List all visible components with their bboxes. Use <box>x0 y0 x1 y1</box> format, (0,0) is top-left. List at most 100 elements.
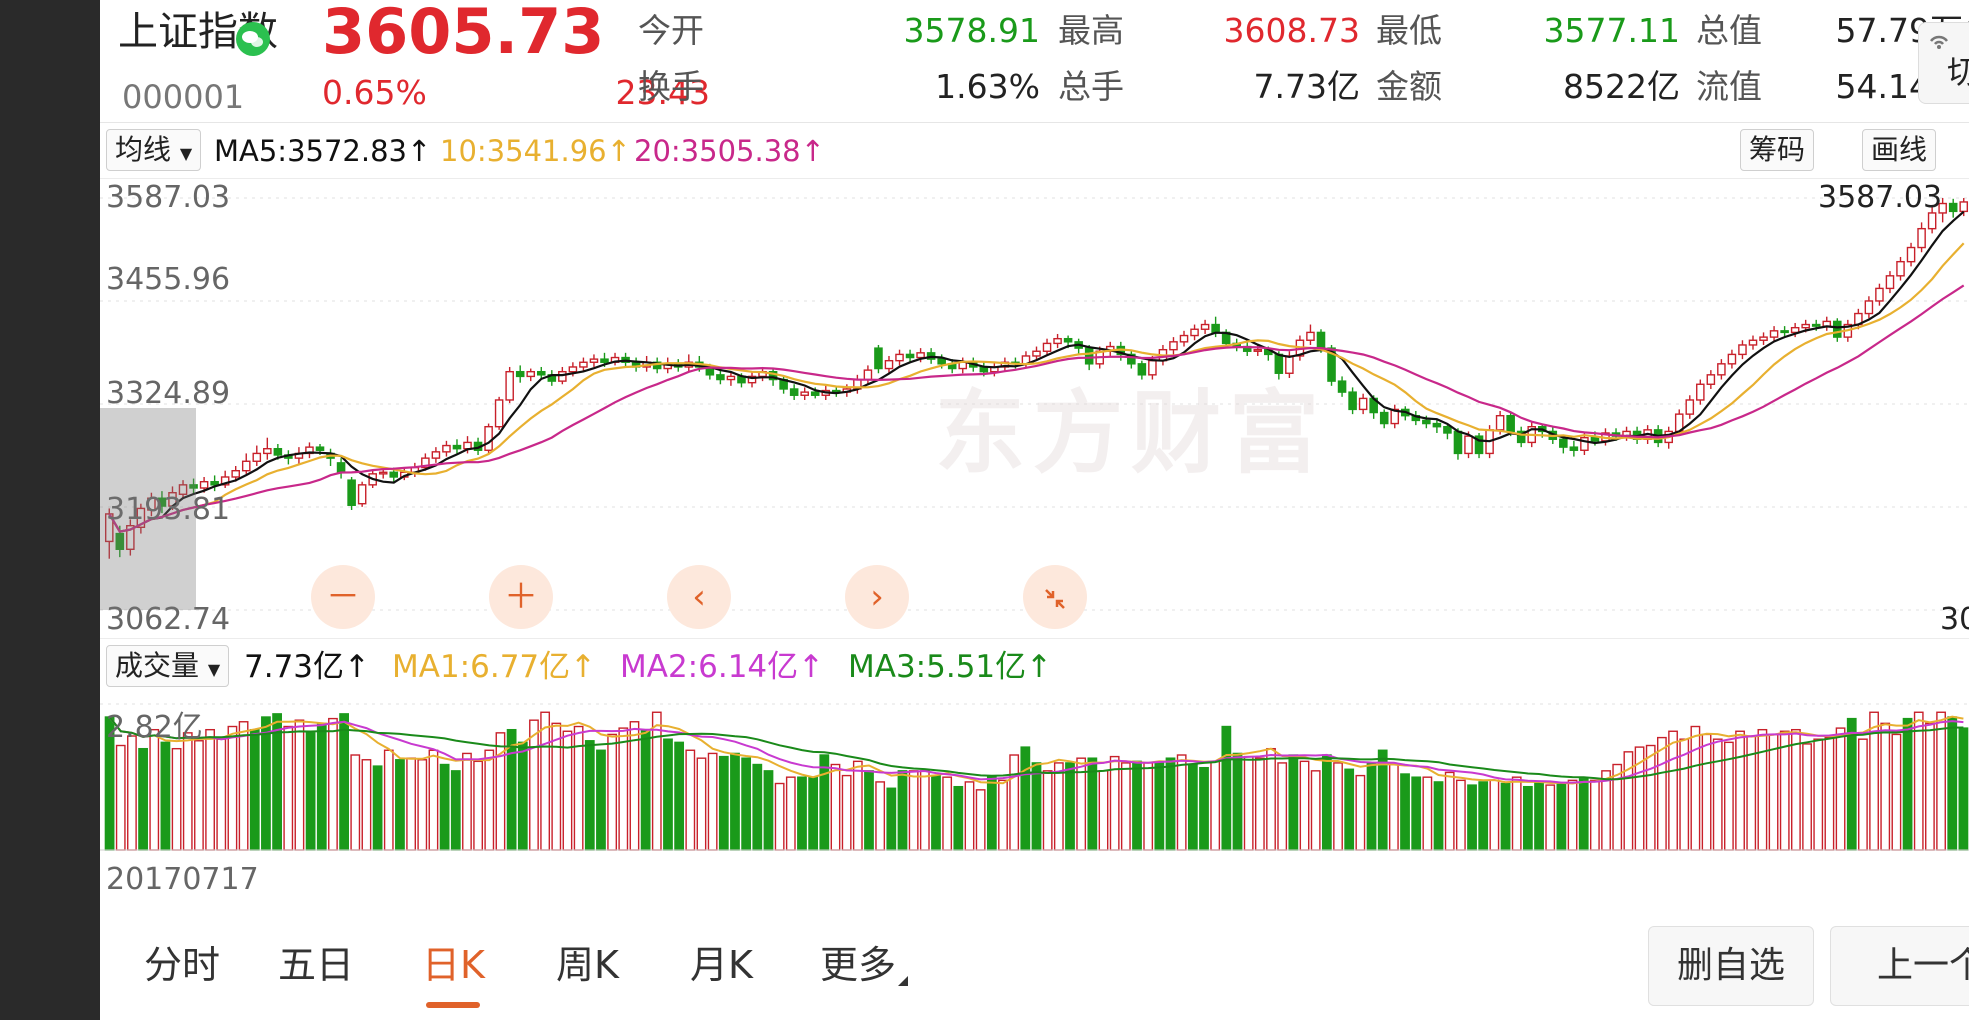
candle-up <box>263 448 272 455</box>
candle-down <box>273 448 283 456</box>
active-tab-indicator <box>426 1002 480 1008</box>
candle-up <box>431 451 441 459</box>
tab-more[interactable]: 更多 <box>820 910 896 1020</box>
volume-bar-down <box>1578 778 1589 851</box>
candle-up <box>1801 323 1810 329</box>
ma10-value: 10:3541.96↑ <box>440 134 631 168</box>
volume-bar-down <box>1902 717 1913 851</box>
candle-up <box>1190 328 1199 337</box>
candle-up <box>1717 363 1726 376</box>
volume-bar-down <box>819 754 830 851</box>
volume-bar-up <box>194 740 204 851</box>
draw-line-button[interactable]: 画线 <box>1862 129 1937 171</box>
zoom-in-button[interactable]: ＋ <box>489 565 553 629</box>
volume-bar-down <box>1556 782 1567 851</box>
wechat-icon[interactable] <box>236 22 270 56</box>
volume-bar-up <box>1936 711 1946 851</box>
candle-down <box>1569 446 1579 451</box>
volume-bar-down <box>1321 754 1332 851</box>
candle-down <box>1348 391 1357 411</box>
candle-down <box>1590 437 1600 442</box>
tab-intraday[interactable]: 分时 <box>144 910 220 1020</box>
volume-bar-down <box>372 765 383 851</box>
volume-selector[interactable]: 成交量 ▼ <box>106 645 230 687</box>
candle-down <box>810 391 820 396</box>
volume-bar-down <box>1165 757 1176 851</box>
candle-up <box>884 359 894 370</box>
collapse-icon <box>1040 577 1070 617</box>
volume-bar-up <box>1913 711 1924 851</box>
candle-up <box>1464 435 1473 455</box>
volume-bar-up <box>406 757 416 851</box>
zoom-out-button[interactable]: － <box>311 565 375 629</box>
date-label: 20170717 <box>106 862 259 897</box>
candle-up <box>1685 399 1695 415</box>
candle-up <box>1042 342 1052 352</box>
candle-up <box>1358 397 1368 411</box>
tab-five-day[interactable]: 五日 <box>278 910 354 1020</box>
minus-icon: － <box>326 577 360 617</box>
candle-up <box>252 452 262 462</box>
volume-bar-down <box>752 763 763 851</box>
volume-bar-down <box>674 741 685 851</box>
volume-bar-up <box>830 763 841 851</box>
volume-ma3: MA3:5.51亿↑ <box>848 649 1053 685</box>
candle-down <box>1379 411 1389 425</box>
volume-bar-up <box>294 719 305 851</box>
candle-up <box>800 391 809 396</box>
dropdown-icon: ▼ <box>207 660 221 679</box>
volume-bar-down <box>517 741 528 851</box>
watermark: 东方财富 <box>935 381 1327 486</box>
volume-bar-up <box>852 760 863 851</box>
candle-down <box>515 370 525 378</box>
candle-up <box>1759 336 1768 341</box>
volume-bar-up <box>529 719 539 851</box>
tab-weekly-k[interactable]: 周K <box>556 910 619 1020</box>
ma-selector[interactable]: 均线 ▼ <box>106 129 202 171</box>
volume-bar-down <box>1344 768 1355 851</box>
candle-up <box>484 425 493 451</box>
volume-bar-up <box>1210 760 1221 851</box>
volume-bar-up <box>1299 760 1310 851</box>
switch-button[interactable]: 切 <box>1918 22 1969 104</box>
volume-bar-up <box>1712 738 1723 851</box>
volume-bar-down <box>1500 782 1511 851</box>
candle-up <box>1885 275 1895 290</box>
candle-up <box>1748 339 1758 346</box>
volume-bar-down <box>718 755 729 851</box>
volume-bar-down <box>986 776 997 851</box>
volume-bar-up <box>618 727 629 851</box>
volume-bar-up <box>473 760 484 851</box>
volume-bar-down <box>272 713 282 851</box>
volume-chart[interactable] <box>100 694 1969 854</box>
plus-icon: ＋ <box>504 577 538 617</box>
volume-bar-up <box>238 721 249 851</box>
candle-up <box>1875 287 1884 302</box>
volume-bar-down <box>886 787 897 851</box>
move-left-button[interactable]: ‹ <box>667 565 731 629</box>
volume-bar-up <box>964 781 975 851</box>
volume-bar-up <box>417 759 428 851</box>
volume-bar-up <box>942 776 953 851</box>
volume-bar-down <box>339 713 349 851</box>
previous-stock-button[interactable]: 上一个 <box>1830 926 1969 1006</box>
candle-down <box>1559 438 1568 448</box>
remove-watchlist-button[interactable]: 删自选 <box>1648 926 1814 1006</box>
volume-bar-up <box>841 774 852 851</box>
candle-up <box>1896 260 1905 277</box>
candle-up <box>1769 330 1779 338</box>
volume-bar-up <box>1779 730 1790 851</box>
volume-bar-down <box>584 740 595 851</box>
candle-up <box>199 481 209 489</box>
candle-down <box>536 370 546 376</box>
candle-up <box>526 370 536 378</box>
tab-monthly-k[interactable]: 月K <box>690 910 753 1020</box>
chips-button[interactable]: 筹码 <box>1740 129 1815 171</box>
volume-bar-up <box>562 730 573 851</box>
volume-bar-up <box>484 749 495 851</box>
candle-up <box>1959 201 1969 213</box>
move-right-button[interactable]: › <box>845 565 909 629</box>
candle-up <box>916 352 925 359</box>
collapse-button[interactable] <box>1023 565 1087 629</box>
stat-value-amount: 8522亿 <box>1563 67 1680 106</box>
